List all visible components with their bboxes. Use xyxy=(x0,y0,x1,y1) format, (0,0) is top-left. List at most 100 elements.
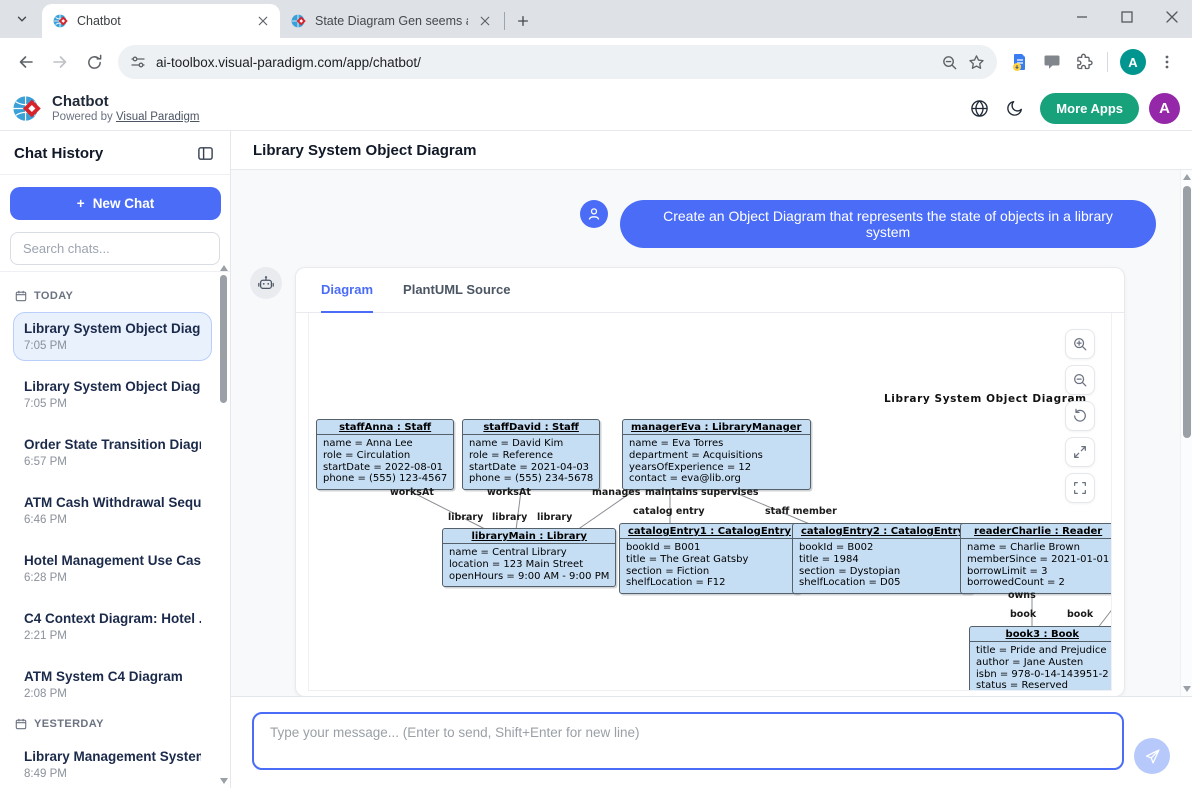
collapse-sidebar-icon[interactable] xyxy=(194,142,216,164)
sidebar-scrollbar[interactable] xyxy=(219,261,229,788)
reset-view-button[interactable] xyxy=(1065,401,1095,431)
uml-object-attrs: bookId = B001 title = The Great Gatsby s… xyxy=(620,539,799,593)
scrollbar-thumb[interactable] xyxy=(1183,186,1191,438)
chat-list-item[interactable]: ATM Cash Withdrawal Seque... 6:46 PM xyxy=(13,486,212,535)
calendar-icon xyxy=(15,718,27,730)
edge-label: staff member xyxy=(765,506,837,517)
zoom-in-button[interactable] xyxy=(1065,329,1095,359)
chat-scrollbar[interactable] xyxy=(1180,170,1192,696)
extensions-puzzle-icon[interactable] xyxy=(1069,47,1099,77)
bot-avatar xyxy=(250,267,282,299)
tab-state-diagram[interactable]: State Diagram Gen seems alway xyxy=(280,4,502,38)
scroll-up-arrow[interactable] xyxy=(220,265,228,271)
tab-plantuml-source[interactable]: PlantUML Source xyxy=(403,268,510,313)
tab-close-icon[interactable] xyxy=(254,12,272,30)
close-button[interactable] xyxy=(1166,11,1178,23)
chat-list-item[interactable]: C4 Context Diagram: Hotel ... 2:21 PM xyxy=(13,602,212,651)
new-chat-button[interactable]: +New Chat xyxy=(10,187,221,220)
message-input[interactable] xyxy=(252,712,1124,770)
search-input[interactable] xyxy=(10,232,220,265)
person-icon xyxy=(586,206,602,222)
comment-extension-icon[interactable] xyxy=(1037,47,1067,77)
app-body: Chat History +New Chat TODAY Library Sys… xyxy=(0,131,1192,788)
tab-separator xyxy=(504,12,505,30)
chat-list-item[interactable]: Library System Object Diagr... 7:05 PM xyxy=(13,312,212,361)
docs-extension-icon[interactable] xyxy=(1005,47,1035,77)
fullscreen-button[interactable] xyxy=(1065,473,1095,503)
uml-object-attrs: name = Anna Lee role = Circulation start… xyxy=(317,435,453,489)
chat-list-item[interactable]: Library System Object Diagr... 7:05 PM xyxy=(13,370,212,419)
tab-close-icon[interactable] xyxy=(476,12,494,30)
zoom-indicator-icon[interactable] xyxy=(941,54,958,71)
chat-list-item[interactable]: Hotel Management Use Case 6:28 PM xyxy=(13,544,212,593)
diagram-title: Library System Object Diagram xyxy=(884,393,1087,405)
scroll-up-arrow[interactable] xyxy=(1183,174,1191,180)
tab-chatbot[interactable]: Chatbot xyxy=(42,4,280,38)
uml-object-header: managerEva : LibraryManager xyxy=(623,420,810,435)
send-plane-icon xyxy=(1144,748,1161,765)
visual-paradigm-link[interactable]: Visual Paradigm xyxy=(116,111,200,123)
forward-button[interactable] xyxy=(44,46,76,78)
uml-object-header: book3 : Book xyxy=(970,627,1112,642)
uml-object-readerCharlie: readerCharlie : Reader name = Charlie Br… xyxy=(960,523,1112,594)
minimize-button[interactable] xyxy=(1076,11,1088,23)
edge-label: maintains xyxy=(645,487,698,498)
zoom-out-button[interactable] xyxy=(1065,365,1095,395)
uml-object-attrs: name = Eva Torres department = Acquisiti… xyxy=(623,435,810,489)
app-profile-avatar[interactable]: A xyxy=(1149,93,1180,124)
toolbar-separator xyxy=(1107,52,1108,72)
language-globe-button[interactable] xyxy=(964,93,994,123)
uml-object-staffAnna: staffAnna : Staff name = Anna Lee role =… xyxy=(316,419,454,490)
chrome-profile-avatar[interactable]: A xyxy=(1120,49,1146,75)
chat-list-item[interactable]: ATM System C4 Diagram 2:08 PM xyxy=(13,660,212,709)
tab-diagram[interactable]: Diagram xyxy=(321,268,373,313)
chat-list-item[interactable]: Order State Transition Diagra... 6:57 PM xyxy=(13,428,212,477)
send-button[interactable] xyxy=(1134,738,1170,774)
uml-object-attrs: title = Pride and Prejudice author = Jan… xyxy=(970,642,1112,691)
uml-object-attrs: name = David Kim role = Reference startD… xyxy=(463,435,599,489)
scrollbar-thumb[interactable] xyxy=(220,275,227,403)
message-input-area xyxy=(231,697,1192,788)
scroll-down-arrow[interactable] xyxy=(1183,686,1191,692)
browser-toolbar: ai-toolbox.visual-paradigm.com/app/chatb… xyxy=(0,38,1192,86)
edge-label: book xyxy=(1067,609,1093,620)
chat-list-item[interactable]: Library Management System... 8:49 PM xyxy=(13,740,212,788)
more-apps-button[interactable]: More Apps xyxy=(1040,93,1139,124)
page-title: Library System Object Diagram xyxy=(253,142,476,159)
reload-button[interactable] xyxy=(78,46,110,78)
uml-object-managerEva: managerEva : LibraryManager name = Eva T… xyxy=(622,419,811,490)
dark-mode-moon-button[interactable] xyxy=(1000,93,1030,123)
bot-response-card: Diagram PlantUML Source xyxy=(295,267,1125,697)
section-today: TODAY xyxy=(15,290,210,302)
app-subtitle: Powered by Visual Paradigm xyxy=(52,111,958,123)
window-controls xyxy=(1076,0,1178,34)
edge-label: worksAt xyxy=(390,487,434,498)
back-button[interactable] xyxy=(10,46,42,78)
robot-icon xyxy=(257,274,275,292)
tab-title: State Diagram Gen seems alway xyxy=(315,14,468,28)
browser-menu-icon[interactable] xyxy=(1152,47,1182,77)
visual-paradigm-favicon xyxy=(53,13,69,29)
expand-button[interactable] xyxy=(1065,437,1095,467)
site-settings-icon[interactable] xyxy=(130,54,146,70)
chat-history-sidebar: Chat History +New Chat TODAY Library Sys… xyxy=(0,131,231,788)
maximize-button[interactable] xyxy=(1121,11,1133,23)
edge-label: library xyxy=(537,512,572,523)
uml-object-header: readerCharlie : Reader xyxy=(961,524,1112,539)
url-text[interactable]: ai-toolbox.visual-paradigm.com/app/chatb… xyxy=(156,55,931,70)
edge-label: library xyxy=(492,512,527,523)
uml-object-header: staffDavid : Staff xyxy=(463,420,599,435)
diagram-viewport[interactable]: Library System Object Diagram staffAnna … xyxy=(308,313,1112,691)
bookmark-star-icon[interactable] xyxy=(968,54,985,71)
uml-object-catalogEntry2: catalogEntry2 : CatalogEntry bookId = B0… xyxy=(792,523,973,594)
new-tab-button[interactable] xyxy=(509,7,537,35)
search-wrap xyxy=(10,232,220,265)
edge-label: supervises xyxy=(701,487,759,498)
scroll-down-arrow[interactable] xyxy=(220,778,228,784)
user-avatar xyxy=(580,200,608,228)
uml-object-attrs: bookId = B002 title = 1984 section = Dys… xyxy=(793,539,972,593)
address-bar[interactable]: ai-toolbox.visual-paradigm.com/app/chatb… xyxy=(118,45,997,79)
uml-object-catalogEntry1: catalogEntry1 : CatalogEntry bookId = B0… xyxy=(619,523,800,594)
tab-search-button[interactable] xyxy=(8,5,36,33)
browser-window: Chatbot State Diagram Gen seems alway ai… xyxy=(0,0,1192,788)
